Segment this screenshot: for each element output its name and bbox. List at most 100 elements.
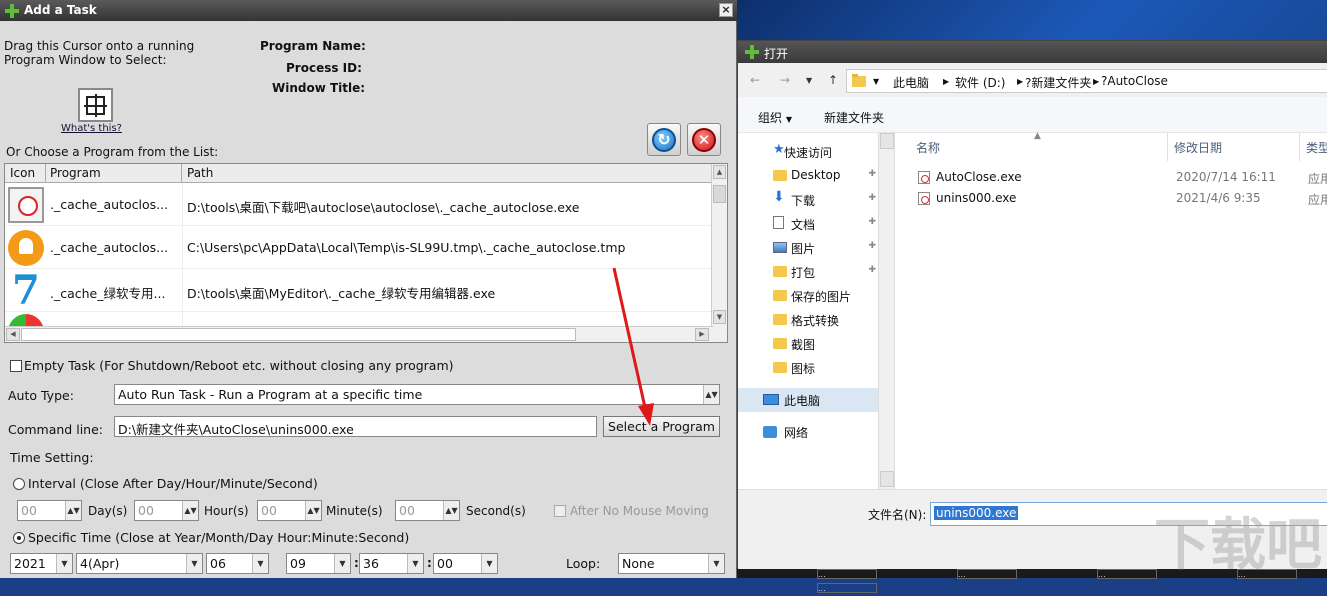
chevron-down-icon[interactable]: ▼ <box>481 554 497 573</box>
hour-select[interactable]: 09 ▼ <box>286 553 351 574</box>
refresh-button[interactable]: ↻ <box>647 123 681 156</box>
stepper-icon[interactable]: ▲▼ <box>182 501 198 520</box>
day-select[interactable]: 06 ▼ <box>206 553 269 574</box>
program-row[interactable]: ._cache_autoclos... C:\Users\pc\AppData\… <box>5 226 713 269</box>
file-list[interactable]: 名称 ▲ 修改日期 类型 AutoClose.exe 2020/7/14 16:… <box>896 131 1327 489</box>
chevron-down-icon[interactable]: ▼ <box>252 554 268 573</box>
chevron-down-icon[interactable]: ▼ <box>56 554 72 573</box>
pin-icon[interactable]: ✚ <box>868 217 876 227</box>
days-spinner[interactable]: 00 ▲▼ <box>17 500 82 521</box>
program-list[interactable]: Icon Program Path ._cache_autoclos... D:… <box>4 163 728 343</box>
breadcrumb-item[interactable]: ?新建文件夹 <box>1025 74 1091 91</box>
crosshair-cursor-target[interactable] <box>78 88 113 122</box>
pin-icon[interactable]: ✚ <box>868 169 876 179</box>
nav-item-network[interactable]: 网络 <box>738 420 878 444</box>
pin-icon[interactable]: ✚ <box>868 241 876 251</box>
stepper-icon[interactable]: ▲▼ <box>305 501 321 520</box>
new-folder-button[interactable]: 新建文件夹 <box>824 109 884 126</box>
pin-icon[interactable]: ✚ <box>868 265 876 275</box>
folder-icon <box>773 266 787 277</box>
stepper-icon[interactable]: ▲▼ <box>443 501 459 520</box>
file-row[interactable]: AutoClose.exe 2020/7/14 16:11 应用程 <box>896 167 1327 188</box>
chevron-down-icon[interactable]: ▼ <box>186 554 202 573</box>
forward-icon[interactable]: → <box>780 73 790 87</box>
column-path[interactable]: Path <box>187 166 213 180</box>
navigation-scrollbar[interactable] <box>878 133 895 489</box>
column-program[interactable]: Program <box>50 166 101 180</box>
scroll-down-icon[interactable]: ▼ <box>713 310 726 324</box>
file-row[interactable]: unins000.exe 2021/4/6 9:35 应用程 <box>896 188 1327 209</box>
nav-item-format-convert[interactable]: 格式转换 <box>738 308 878 332</box>
breadcrumb-item[interactable]: 软件 (D:) <box>955 74 1005 91</box>
close-icon[interactable]: × <box>719 3 733 17</box>
breadcrumb-item[interactable]: ?AutoClose <box>1101 74 1168 88</box>
hscroll-thumb[interactable] <box>21 328 576 341</box>
pin-icon[interactable]: ✚ <box>868 193 876 203</box>
after-no-mouse-label: After No Mouse Moving <box>570 504 709 518</box>
nav-item-package[interactable]: 打包 ✚ <box>738 260 878 284</box>
nav-item-this-pc[interactable]: 此电脑 <box>738 388 878 412</box>
scroll-up-icon[interactable]: ▲ <box>713 165 726 179</box>
program-list-hscroll[interactable]: ◀ ▶ <box>5 326 713 342</box>
whats-this-link[interactable]: What's this? <box>61 123 122 134</box>
second-select[interactable]: 00 ▼ <box>433 553 498 574</box>
nav-item-pictures[interactable]: 图片 ✚ <box>738 236 878 260</box>
scroll-thumb[interactable] <box>713 185 726 203</box>
program-row[interactable]: ._cache_autoclos... D:\tools\桌面\下载吧\auto… <box>5 183 713 226</box>
program-list-vscroll[interactable]: ▲ ▼ <box>711 164 727 342</box>
add-task-titlebar[interactable]: Add a Task × <box>0 0 737 21</box>
back-icon[interactable]: ← <box>750 73 760 87</box>
open-dialog-titlebar[interactable]: 打开 <box>738 41 1327 63</box>
minutes-spinner[interactable]: 00 ▲▼ <box>257 500 322 521</box>
empty-task-checkbox[interactable] <box>10 360 22 372</box>
column-name[interactable]: 名称 ▲ <box>896 131 1168 161</box>
column-type[interactable]: 类型 <box>1300 133 1327 161</box>
chevron-down-icon[interactable]: ▼ <box>334 554 350 573</box>
year-select[interactable]: 2021 ▼ <box>10 553 73 574</box>
day-value: 06 <box>210 556 226 571</box>
chevron-down-icon[interactable]: ▼ <box>708 554 724 573</box>
taskbar-item[interactable]: ... <box>817 583 877 593</box>
stepper-icon[interactable]: ▲▼ <box>65 501 81 520</box>
scroll-down-icon[interactable] <box>880 471 894 487</box>
select-program-button[interactable]: Select a Program <box>603 416 720 437</box>
nav-item-screenshots[interactable]: 截图 <box>738 332 878 356</box>
auto-type-select[interactable]: Auto Run Task - Run a Program at a speci… <box>114 384 720 405</box>
delete-button[interactable]: ✕ <box>687 123 721 156</box>
nav-item-desktop[interactable]: Desktop ✚ <box>738 164 878 188</box>
recent-chevron-icon[interactable]: ▼ <box>806 76 812 85</box>
column-modified[interactable]: 修改日期 <box>1168 133 1300 161</box>
interval-radio[interactable] <box>13 478 25 490</box>
after-no-mouse-checkbox[interactable] <box>554 505 566 517</box>
loop-select[interactable]: None ▼ <box>618 553 725 574</box>
month-select[interactable]: 4(Apr) ▼ <box>76 553 203 574</box>
specific-time-radio[interactable] <box>13 532 25 544</box>
organize-menu[interactable]: 组织 ▼ <box>758 109 792 126</box>
navigation-pane[interactable]: ★ 快速访问 Desktop ✚ ⬇ 下载 ✚ 文档 ✚ 图片 ✚ 打包 ✚ 保… <box>738 133 878 489</box>
nav-item-documents[interactable]: 文档 ✚ <box>738 212 878 236</box>
chevron-right-icon[interactable]: ▶ <box>1017 77 1023 86</box>
program-path: D:\tools\桌面\下载吧\autoclose\autoclose\._ca… <box>187 200 580 215</box>
chevron-right-icon[interactable]: ▶ <box>943 77 949 86</box>
hours-spinner[interactable]: 00 ▲▼ <box>134 500 199 521</box>
chevron-down-icon[interactable]: ▼ <box>873 77 879 86</box>
nav-item-downloads[interactable]: ⬇ 下载 ✚ <box>738 188 878 212</box>
nav-item-quick-access[interactable]: ★ 快速访问 <box>738 140 878 164</box>
command-line-input[interactable]: D:\新建文件夹\AutoClose\unins000.exe <box>114 416 597 437</box>
scroll-right-icon[interactable]: ▶ <box>695 328 709 341</box>
chevron-right-icon[interactable]: ▶ <box>1093 77 1099 86</box>
column-icon[interactable]: Icon <box>10 166 35 180</box>
program-row-partial[interactable] <box>5 312 713 327</box>
minute-select[interactable]: 36 ▼ <box>359 553 424 574</box>
seconds-spinner[interactable]: 00 ▲▼ <box>395 500 460 521</box>
scroll-left-icon[interactable]: ◀ <box>6 328 20 341</box>
document-icon <box>773 216 784 229</box>
program-row[interactable]: ._cache_绿软专用... D:\tools\桌面\MyEditor\._c… <box>5 267 713 314</box>
chevron-down-icon[interactable]: ▼ <box>407 554 423 573</box>
scroll-up-icon[interactable] <box>880 133 894 149</box>
nav-item-saved-pictures[interactable]: 保存的图片 <box>738 284 878 308</box>
breadcrumb[interactable]: ▼ 此电脑 ▶ 软件 (D:) ▶ ?新建文件夹 ▶ ?AutoClose <box>846 69 1327 93</box>
up-icon[interactable]: ↑ <box>828 73 838 87</box>
breadcrumb-item[interactable]: 此电脑 <box>893 74 929 91</box>
nav-item-icons[interactable]: 图标 <box>738 356 878 380</box>
